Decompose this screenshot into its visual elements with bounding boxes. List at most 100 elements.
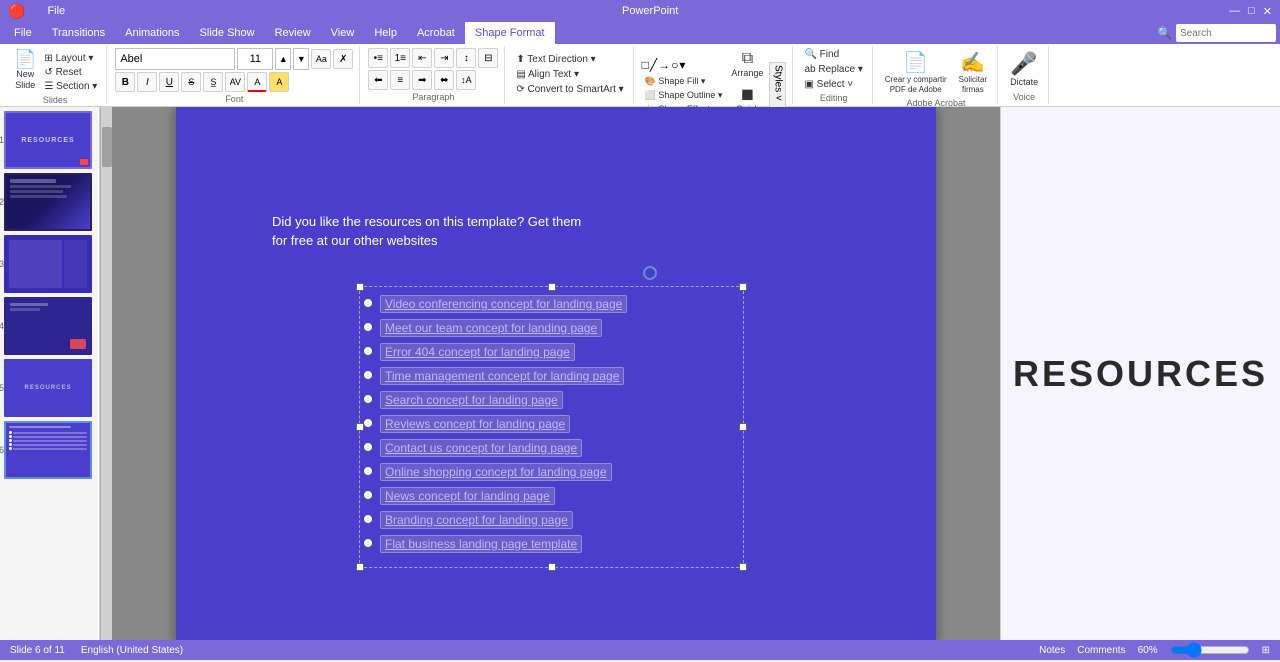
bullet-dot [364, 323, 372, 331]
tab-transitions[interactable]: Transitions [42, 22, 115, 44]
highlight-btn[interactable]: A [269, 72, 289, 92]
align-left-btn[interactable]: ⬅ [368, 70, 388, 90]
status-bar: Slide 6 of 11 English (United States) No… [0, 640, 1280, 660]
bullets-btn[interactable]: •≡ [368, 48, 388, 68]
rotate-handle[interactable] [643, 266, 657, 280]
replace-btn[interactable]: ab Replace ▾ [801, 63, 865, 76]
select-btn[interactable]: ▣ Select ˅ [801, 78, 856, 91]
align-center-btn[interactable]: ≡ [390, 70, 410, 90]
slide-thumb-2[interactable] [4, 173, 92, 231]
font-size-input[interactable] [237, 48, 273, 70]
quick-styles-icon: ◼ [741, 84, 754, 104]
font-color-btn[interactable]: A [247, 72, 267, 92]
slide-thumb-6[interactable] [4, 421, 92, 479]
font-name-input[interactable] [115, 48, 235, 70]
layout-btn[interactable]: ⊞ Layout ▾ [41, 52, 100, 65]
reset-btn[interactable]: ↺ Reset [41, 66, 100, 79]
handle-mr[interactable] [739, 423, 747, 431]
shape-outline-btn[interactable]: ⬜ Shape Outline ▾ [642, 89, 726, 102]
tab-animations[interactable]: Animations [115, 22, 189, 44]
request-signatures-btn[interactable]: ✍ Solicitarfirmas [955, 48, 991, 96]
ribbon-group-paragraph: •≡ 1≡ ⇤ ⇥ ↕ ⊟ ⬅ ≡ ➡ ⬌ ↕A Paragraph [362, 46, 505, 104]
handle-tr[interactable] [739, 283, 747, 291]
strikethrough-btn[interactable]: S [181, 72, 201, 92]
dictate-btn[interactable]: 🎤 Dictate [1006, 49, 1042, 89]
handle-tl[interactable] [356, 283, 364, 291]
notes-btn[interactable]: Notes [1039, 645, 1065, 656]
paragraph-group-label: Paragraph [412, 90, 454, 102]
handle-bl[interactable] [356, 563, 364, 571]
decrease-indent-btn[interactable]: ⇤ [412, 48, 432, 68]
styles-btn[interactable]: Styles ˅ [769, 62, 786, 112]
underline-btn[interactable]: U [159, 72, 179, 92]
shape-fill-btn[interactable]: 🎨 Shape Fill ▾ [642, 75, 726, 88]
search-input[interactable] [1176, 24, 1276, 42]
align-right-btn[interactable]: ➡ [412, 70, 432, 90]
font-size-decrease-btn[interactable]: ▼ [293, 48, 309, 70]
text-direction-dropdown[interactable]: ⬆ Text Direction ▾ [513, 53, 598, 66]
clear-format-btn[interactable]: ✗ [333, 49, 353, 69]
bullet-dot [364, 491, 372, 499]
tab-shape-format[interactable]: Shape Format [465, 22, 555, 44]
shape-ellipse-icon[interactable]: ○ [671, 58, 678, 72]
ribbon: 📄 New Slide ⊞ Layout ▾ ↺ Reset ☰ Section… [0, 44, 1280, 107]
char-spacing-btn[interactable]: AV [225, 72, 245, 92]
resources-title: RESOURCES [1013, 353, 1268, 395]
tab-view[interactable]: View [321, 22, 365, 44]
new-slide-btn[interactable]: 📄 New Slide [10, 48, 40, 93]
text-direction-btn[interactable]: ↕A [456, 70, 476, 90]
find-btn[interactable]: 🔍 Find [801, 48, 842, 61]
list-item: News concept for landing page [364, 487, 739, 505]
align-text-dropdown[interactable]: ▤ Align Text ▾ [513, 68, 582, 81]
slides-panel[interactable]: 1 RESOURCES 2 3 [0, 107, 100, 640]
tab-help[interactable]: Help [364, 22, 407, 44]
text-box-selected[interactable]: Video conferencing concept for landing p… [359, 286, 744, 568]
slides-scrollbar-thumb[interactable] [102, 127, 112, 167]
bullet-dot [364, 419, 372, 427]
shape-more-icon[interactable]: ▾ [679, 58, 685, 72]
italic-btn[interactable]: I [137, 72, 157, 92]
arrange-icon: ⧉ [742, 50, 753, 68]
ribbon-tabs: File Transitions Animations Slide Show R… [0, 22, 1280, 44]
slide-thumb-4[interactable] [4, 297, 92, 355]
maximize-btn[interactable]: □ [1248, 5, 1255, 18]
create-pdf-btn[interactable]: 📄 Crear y compartirPDF de Adobe [881, 48, 951, 96]
shape-line-icon[interactable]: ╱ [650, 58, 657, 72]
slides-scrollbar[interactable] [100, 107, 112, 640]
handle-br[interactable] [739, 563, 747, 571]
handle-bc[interactable] [548, 563, 556, 571]
fit-slide-btn[interactable]: ⊞ [1262, 645, 1270, 656]
minimize-btn[interactable]: — [1229, 5, 1240, 18]
bold-btn[interactable]: B [115, 72, 135, 92]
shadow-btn[interactable]: S̲ [203, 72, 223, 92]
close-btn[interactable]: ✕ [1263, 5, 1272, 18]
arrange-btn[interactable]: ⧉ Arrange [727, 48, 767, 80]
tab-design[interactable]: File [4, 22, 42, 44]
shape-rect-icon[interactable]: □ [642, 58, 649, 72]
numbering-btn[interactable]: 1≡ [390, 48, 410, 68]
justify-btn[interactable]: ⬌ [434, 70, 454, 90]
slide-thumb-3[interactable] [4, 235, 92, 293]
tab-slideshow[interactable]: Slide Show [190, 22, 265, 44]
font-size-increase-btn[interactable]: ▲ [275, 48, 291, 70]
bullet-dot [364, 371, 372, 379]
window-controls: — □ ✕ [1229, 5, 1272, 18]
section-btn[interactable]: ☰ Section ▾ [41, 80, 100, 93]
font-case-btn[interactable]: Aa [311, 49, 331, 69]
zoom-slider[interactable] [1170, 644, 1250, 656]
handle-ml[interactable] [356, 423, 364, 431]
slide-thumb-5[interactable]: RESOURCES [4, 359, 92, 417]
handle-tc[interactable] [548, 283, 556, 291]
increase-indent-btn[interactable]: ⇥ [434, 48, 454, 68]
canvas-area[interactable]: Did you like the resources on this templ… [112, 107, 1000, 640]
tab-review[interactable]: Review [265, 22, 321, 44]
columns-btn[interactable]: ⊟ [478, 48, 498, 68]
slide-thumb-1[interactable]: RESOURCES [4, 111, 92, 169]
shape-arrow-icon[interactable]: → [658, 58, 670, 72]
convert-smartart-btn[interactable]: ⟳ Convert to SmartArt ▾ [513, 83, 626, 96]
comments-btn[interactable]: Comments [1077, 645, 1125, 656]
line-spacing-btn[interactable]: ↕ [456, 48, 476, 68]
tab-acrobat[interactable]: Acrobat [407, 22, 465, 44]
list-item: Flat business landing page template [364, 535, 739, 553]
menu-item-file[interactable]: File [41, 4, 71, 18]
